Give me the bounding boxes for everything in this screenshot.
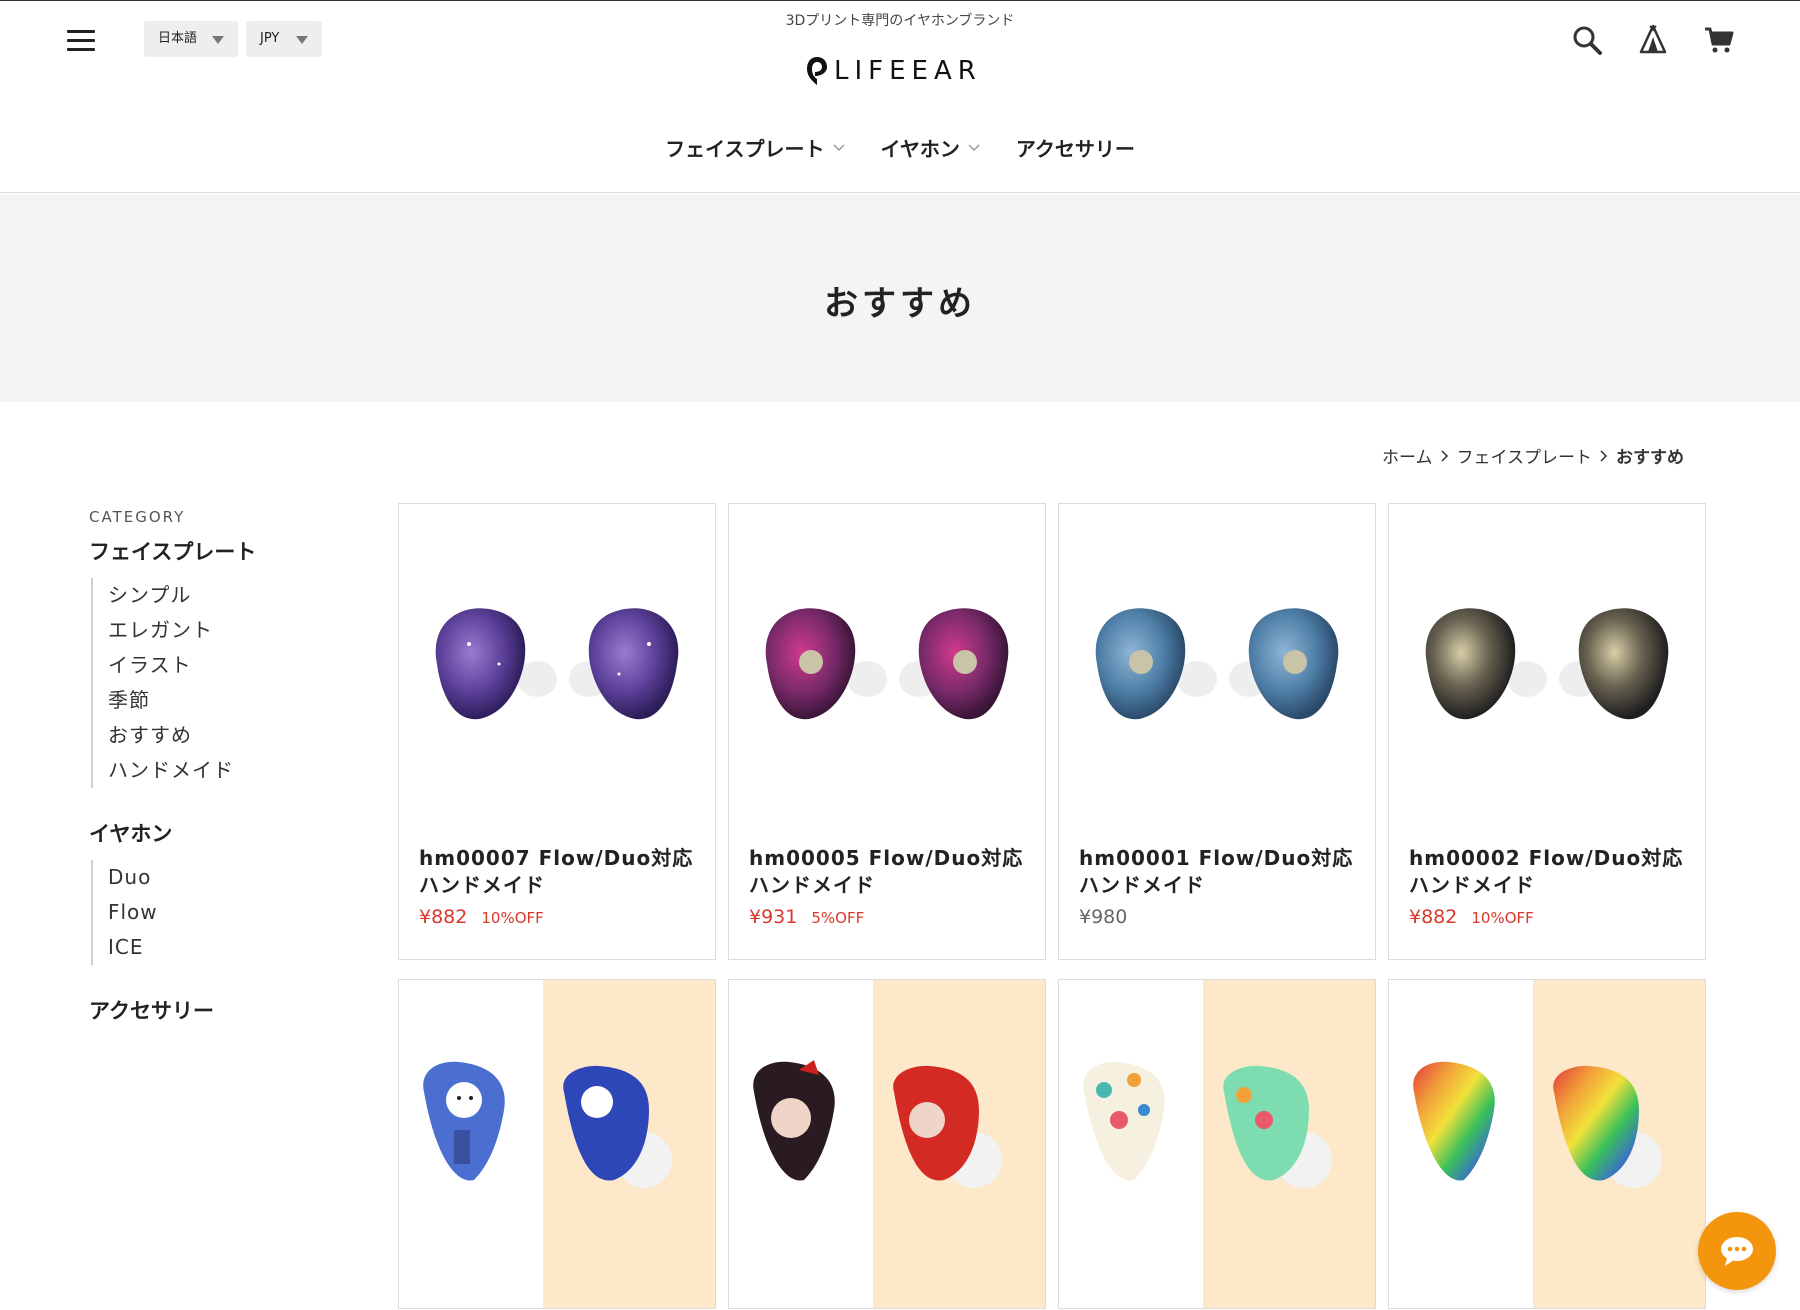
product-price: ¥931 bbox=[749, 906, 798, 928]
discount-badge: 5%OFF bbox=[811, 909, 865, 927]
search-icon[interactable] bbox=[1570, 23, 1604, 57]
breadcrumb: ホーム フェイスプレート おすすめ bbox=[1382, 443, 1684, 468]
category-heading: CATEGORY bbox=[89, 508, 186, 526]
product-card[interactable]: hm00001 Flow/Duo対応 ハンドメイド ¥980 bbox=[1058, 503, 1376, 960]
menu-icon[interactable] bbox=[67, 30, 95, 52]
chevron-down-icon bbox=[968, 143, 980, 151]
category-item[interactable]: Duo bbox=[108, 860, 349, 895]
product-image bbox=[1095, 608, 1339, 720]
nav-earphone-label: イヤホン bbox=[880, 137, 960, 161]
nav-faceplate-label: フェイスプレート bbox=[665, 137, 825, 161]
product-card[interactable] bbox=[1058, 979, 1376, 1309]
chat-button[interactable] bbox=[1698, 1212, 1776, 1290]
nav-earphone[interactable]: イヤホン bbox=[881, 133, 980, 162]
category-item[interactable]: ハンドメイド bbox=[108, 753, 349, 788]
product-card[interactable] bbox=[728, 979, 1046, 1309]
tagline: 3Dプリント専門のイヤホンブランド bbox=[785, 13, 1015, 29]
category-earphone[interactable]: イヤホン bbox=[89, 818, 349, 848]
nav-faceplate[interactable]: フェイスプレート bbox=[665, 133, 845, 162]
category-item[interactable]: おすすめ bbox=[108, 718, 349, 753]
chat-bubble-icon bbox=[1721, 1237, 1753, 1266]
product-card[interactable]: hm00002 Flow/Duo対応 ハンドメイド ¥882 10%OFF bbox=[1388, 503, 1706, 960]
category-item[interactable]: Flow bbox=[108, 895, 349, 930]
product-price-row: ¥882 10%OFF bbox=[1409, 906, 1534, 928]
product-price-row: ¥980 bbox=[1079, 906, 1127, 928]
logo[interactable]: LIFEEAR bbox=[806, 51, 982, 91]
product-price-row: ¥882 10%OFF bbox=[419, 906, 544, 928]
product-card[interactable]: hm00005 Flow/Duo対応 ハンドメイド ¥931 5%OFF bbox=[728, 503, 1046, 960]
product-title: hm00005 Flow/Duo対応 ハンドメイド bbox=[749, 846, 1024, 897]
category-item[interactable]: ICE bbox=[108, 930, 349, 965]
category-sidebar: CATEGORY フェイスプレート シンプル エレガント イラスト 季節 おすす… bbox=[89, 508, 349, 1037]
product-card[interactable]: hm00007 Flow/Duo対応 ハンドメイド ¥882 10%OFF bbox=[398, 503, 716, 960]
product-card[interactable] bbox=[1388, 979, 1706, 1309]
nav-accessory-label: アクセサリー bbox=[1015, 137, 1135, 161]
product-title: hm00007 Flow/Duo対応 ハンドメイド bbox=[419, 846, 694, 897]
caret-down-icon bbox=[212, 36, 224, 44]
category-item[interactable]: シンプル bbox=[108, 578, 349, 613]
logo-mark-icon bbox=[807, 57, 827, 85]
category-accessory[interactable]: アクセサリー bbox=[89, 995, 349, 1025]
tent-icon[interactable] bbox=[1636, 23, 1670, 57]
page-title: おすすめ bbox=[824, 284, 976, 324]
product-image bbox=[753, 1060, 1002, 1188]
product-price: ¥980 bbox=[1079, 906, 1128, 928]
chevron-down-icon bbox=[832, 143, 845, 151]
breadcrumb-parent[interactable]: フェイスプレート bbox=[1457, 443, 1593, 468]
discount-badge: 10%OFF bbox=[481, 909, 544, 927]
product-image bbox=[435, 608, 679, 720]
page-hero: おすすめ bbox=[0, 194, 1800, 402]
product-card[interactable] bbox=[398, 979, 716, 1309]
category-earphone-list: Duo Flow ICE bbox=[91, 860, 349, 965]
caret-down-icon bbox=[296, 36, 308, 44]
cart-icon[interactable] bbox=[1702, 23, 1736, 57]
chevron-right-icon bbox=[1600, 449, 1608, 462]
chevron-right-icon bbox=[1440, 449, 1448, 462]
product-price: ¥882 bbox=[1409, 906, 1458, 928]
category-item[interactable]: エレガント bbox=[108, 613, 349, 648]
discount-badge: 10%OFF bbox=[1471, 909, 1534, 927]
product-image bbox=[1413, 1061, 1662, 1188]
logo-text: LIFEEAR bbox=[834, 56, 982, 86]
language-value: 日本語 bbox=[158, 31, 198, 46]
product-image bbox=[423, 1061, 672, 1188]
category-item[interactable]: イラスト bbox=[108, 648, 349, 683]
product-title: hm00001 Flow/Duo対応 ハンドメイド bbox=[1079, 846, 1354, 897]
main-nav: フェイスプレート イヤホン アクセサリー bbox=[0, 133, 1800, 162]
product-title: hm00002 Flow/Duo対応 ハンドメイド bbox=[1409, 846, 1684, 897]
category-item[interactable]: 季節 bbox=[108, 683, 349, 718]
nav-accessory[interactable]: アクセサリー bbox=[1016, 133, 1135, 162]
currency-value: JPY bbox=[260, 31, 280, 46]
product-image bbox=[1083, 1061, 1332, 1188]
product-price: ¥882 bbox=[419, 906, 468, 928]
product-image bbox=[765, 608, 1009, 720]
breadcrumb-home[interactable]: ホーム bbox=[1382, 443, 1433, 468]
breadcrumb-current: おすすめ bbox=[1616, 448, 1684, 468]
category-faceplate[interactable]: フェイスプレート bbox=[89, 536, 349, 566]
site-header: 日本語 JPY 3Dプリント専門のイヤホンブランド LIFEEAR フェイスプレ… bbox=[0, 0, 1800, 193]
category-faceplate-list: シンプル エレガント イラスト 季節 おすすめ ハンドメイド bbox=[91, 578, 349, 788]
product-image bbox=[1425, 608, 1669, 720]
product-price-row: ¥931 5%OFF bbox=[749, 906, 864, 928]
